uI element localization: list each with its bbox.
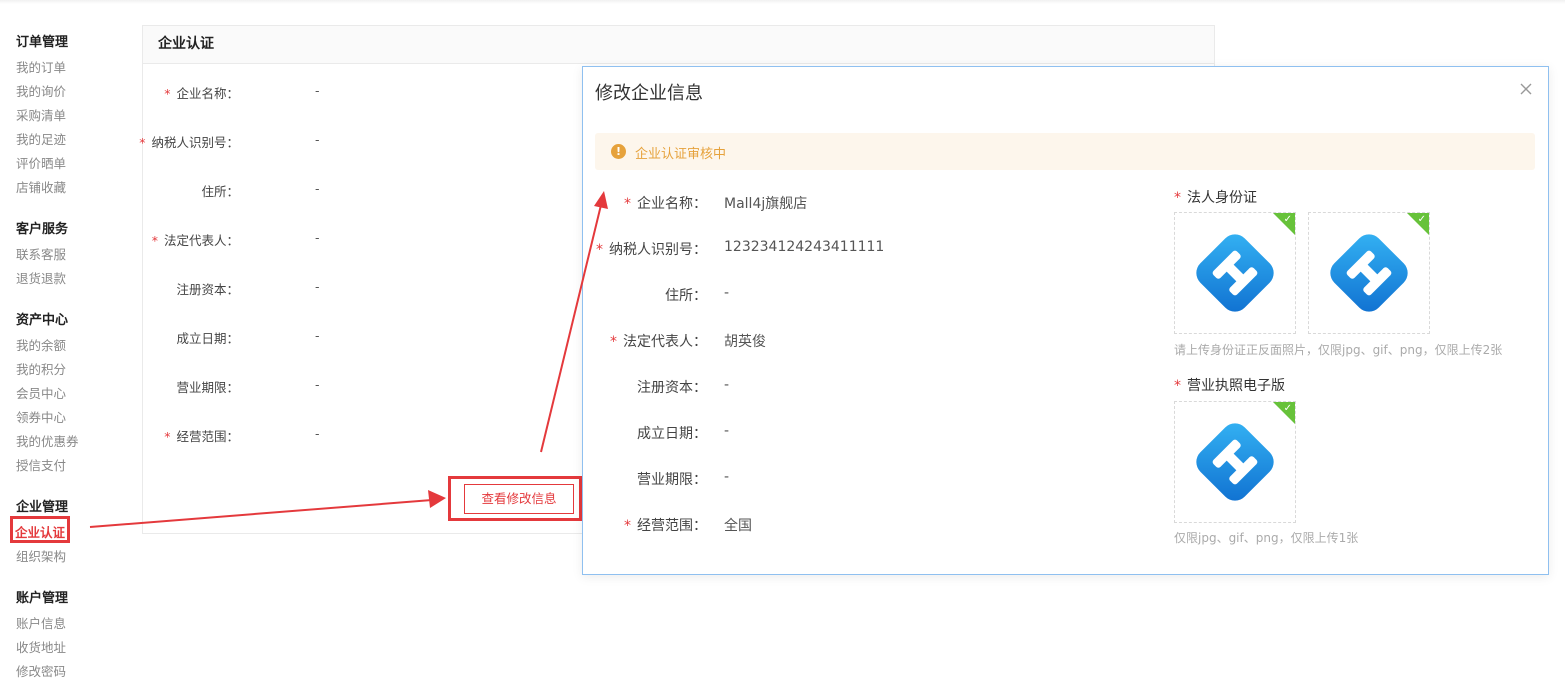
sidebar-item-store-favorites[interactable]: 店铺收藏 <box>16 177 66 196</box>
id-card-thumb-front[interactable]: ✓ <box>1174 212 1296 334</box>
required-mark: * <box>1174 190 1181 206</box>
sidebar-group-assets: 资产中心 <box>16 313 69 328</box>
sidebar-item-change-password[interactable]: 修改密码 <box>16 661 66 680</box>
button-highlight <box>448 476 582 521</box>
required-mark: * <box>164 429 171 444</box>
required-mark: * <box>1174 378 1181 394</box>
required-mark: * <box>139 135 146 150</box>
close-icon[interactable] <box>1518 81 1534 97</box>
active-item-highlight <box>10 516 70 543</box>
sidebar-item-my-orders[interactable]: 我的订单 <box>16 57 66 76</box>
sidebar-group-enterprise: 企业管理 <box>16 500 69 515</box>
sidebar-item-points[interactable]: 我的积分 <box>16 359 66 378</box>
sidebar-item-account-info[interactable]: 账户信息 <box>16 613 66 632</box>
check-icon: ✓ <box>1283 214 1292 225</box>
top-shadow <box>0 0 1565 4</box>
required-mark: * <box>151 233 158 248</box>
id-card-hint: 请上传身份证正反面照片，仅限jpg、gif、png，仅限上传2张 <box>1174 343 1503 357</box>
brand-logo-image <box>1196 234 1274 312</box>
sidebar-item-footprints[interactable]: 我的足迹 <box>16 129 66 148</box>
sidebar-group-account: 账户管理 <box>16 591 69 606</box>
required-mark: * <box>164 86 171 101</box>
check-icon: ✓ <box>1283 403 1292 414</box>
id-card-thumb-back[interactable]: ✓ <box>1308 212 1430 334</box>
brand-logo-image <box>1330 234 1408 312</box>
card-title: 企业认证 <box>143 26 1214 64</box>
check-icon: ✓ <box>1417 214 1426 225</box>
sidebar-item-purchase-list[interactable]: 采购清单 <box>16 105 66 124</box>
required-mark: * <box>624 196 631 212</box>
sidebar-item-reviews[interactable]: 评价晒单 <box>16 153 66 172</box>
required-mark: * <box>610 334 617 350</box>
sidebar-item-coupon-center[interactable]: 领券中心 <box>16 407 66 426</box>
warning-icon: ! <box>611 144 626 159</box>
sidebar-item-my-coupons[interactable]: 我的优惠券 <box>16 431 79 450</box>
sidebar: 订单管理 我的订单 我的询价 采购清单 我的足迹 评价晒单 店铺收藏 客户服务 … <box>0 0 130 680</box>
sidebar-item-credit-pay[interactable]: 授信支付 <box>16 455 66 474</box>
sidebar-item-my-inquiries[interactable]: 我的询价 <box>16 81 66 100</box>
required-mark: * <box>596 242 603 258</box>
sidebar-item-returns[interactable]: 退货退款 <box>16 268 66 287</box>
modal-title: 修改企业信息 <box>595 83 703 104</box>
edit-enterprise-modal: 修改企业信息 ! 企业认证审核中 * 企业名称： Mall4j旗舰店 * 纳税人识别… <box>582 66 1549 575</box>
sidebar-group-customer-service: 客户服务 <box>16 222 69 237</box>
sidebar-item-contact-support[interactable]: 联系客服 <box>16 244 66 263</box>
brand-logo-image <box>1196 423 1274 501</box>
required-mark: * <box>624 518 631 534</box>
id-card-title: * 法人身份证 <box>1174 190 1257 206</box>
sidebar-item-balance[interactable]: 我的余额 <box>16 335 66 354</box>
sidebar-group-orders: 订单管理 <box>16 35 69 50</box>
license-hint: 仅限jpg、gif、png，仅限上传1张 <box>1174 531 1359 545</box>
sidebar-item-org-structure[interactable]: 组织架构 <box>16 546 66 565</box>
sidebar-item-addresses[interactable]: 收货地址 <box>16 637 66 656</box>
license-thumb[interactable]: ✓ <box>1174 401 1296 523</box>
review-alert: ! 企业认证审核中 <box>595 133 1535 170</box>
alert-text: 企业认证审核中 <box>635 147 727 162</box>
license-title: * 营业执照电子版 <box>1174 378 1285 394</box>
sidebar-item-membership[interactable]: 会员中心 <box>16 383 66 402</box>
